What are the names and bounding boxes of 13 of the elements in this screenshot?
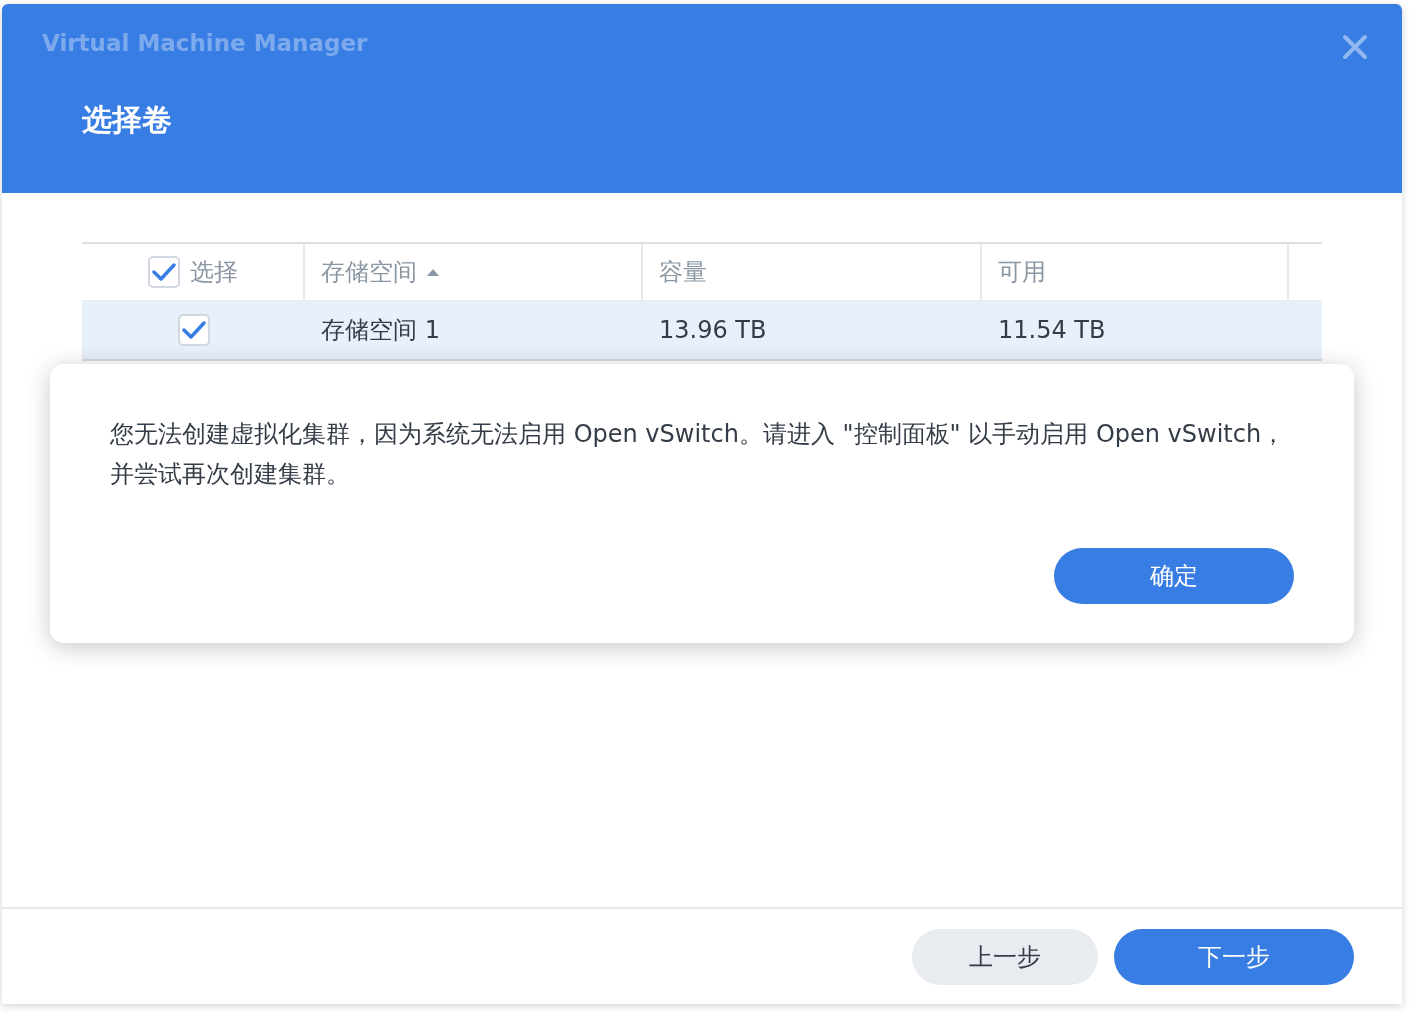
table-cell-text: 11.54 TB [997, 315, 1107, 346]
back-button[interactable]: 上一步 [912, 928, 1098, 985]
column-header: 选择 [189, 257, 238, 288]
checkbox[interactable] [147, 256, 180, 288]
ok-button[interactable]: 确定 [1054, 548, 1294, 604]
table-cell-text: 13.96 TB [658, 315, 768, 346]
checkbox[interactable] [177, 314, 210, 346]
app-title: Virtual Machine Manager [42, 29, 368, 56]
table-row[interactable]: 存储空间 1 13.96 TB 11.54 TB [82, 301, 1322, 361]
next-button[interactable]: 下一步 [1114, 928, 1354, 985]
table-cell-text: 存储空间 1 [320, 315, 441, 346]
step-title: 选择卷 [82, 101, 172, 139]
alert-message: 您无法创建虚拟化集群，因为系统无法启用 Open vSwitch。请进入 "控制面板" 以手动启用 Open vSwitch，并尝试再次创建集群。 [110, 419, 1287, 490]
